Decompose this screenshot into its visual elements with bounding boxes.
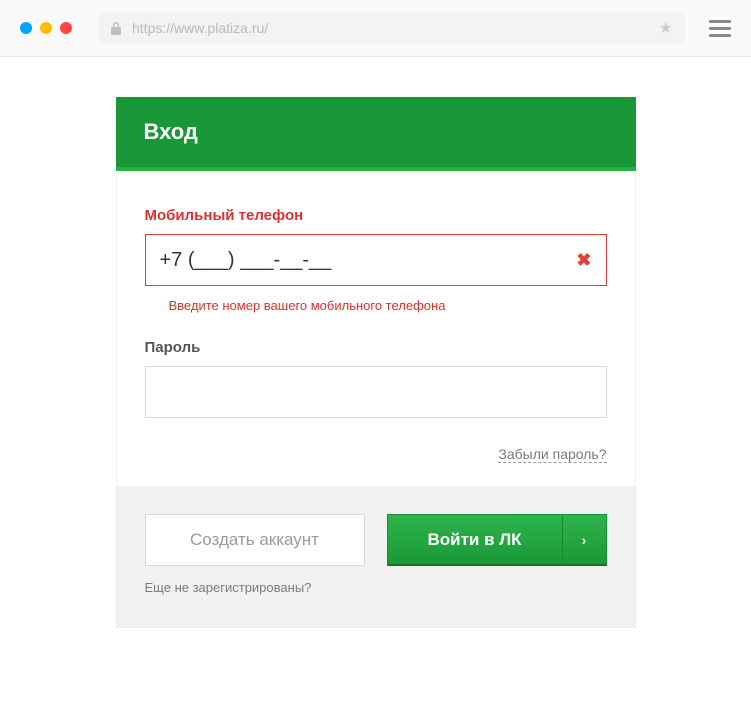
- browser-address-bar: https://www.platiza.ru/ ★: [0, 0, 751, 57]
- password-label: Пароль: [145, 339, 607, 356]
- create-account-button[interactable]: Создать аккаунт: [145, 514, 365, 566]
- traffic-light-zoom[interactable]: [60, 22, 72, 34]
- traffic-light-close[interactable]: [20, 22, 32, 34]
- password-input[interactable]: [145, 366, 607, 418]
- url-bar[interactable]: https://www.platiza.ru/ ★: [98, 12, 685, 44]
- login-button[interactable]: Войти в ЛК ›: [387, 514, 607, 566]
- phone-input-value: +7 (___) ___-__-__: [160, 249, 332, 272]
- hamburger-menu-icon[interactable]: [709, 20, 731, 37]
- lock-icon: [110, 21, 122, 35]
- phone-input[interactable]: +7 (___) ___-__-__ ✖: [145, 234, 607, 286]
- card-body: Мобильный телефон +7 (___) ___-__-__ ✖ В…: [116, 171, 636, 486]
- login-card: Вход Мобильный телефон +7 (___) ___-__-_…: [116, 97, 636, 628]
- url-text: https://www.platiza.ru/: [132, 20, 268, 36]
- bookmark-star-icon[interactable]: ★: [659, 18, 673, 38]
- phone-error-message: Введите номер вашего мобильного телефона: [145, 286, 607, 313]
- window-traffic-lights: [20, 22, 72, 34]
- card-footer: Создать аккаунт Войти в ЛК › Еще не заре…: [116, 486, 636, 628]
- not-registered-text: Еще не зарегистрированы?: [145, 580, 607, 595]
- phone-label: Мобильный телефон: [145, 207, 607, 224]
- chevron-right-icon: ›: [562, 515, 606, 564]
- forgot-password-link[interactable]: Забыли пароль?: [498, 446, 606, 463]
- clear-phone-icon[interactable]: ✖: [576, 250, 591, 271]
- page-content: Вход Мобильный телефон +7 (___) ___-__-_…: [0, 57, 751, 668]
- traffic-light-minimize[interactable]: [40, 22, 52, 34]
- login-button-label: Войти в ЛК: [388, 530, 562, 550]
- card-title: Вход: [116, 97, 636, 171]
